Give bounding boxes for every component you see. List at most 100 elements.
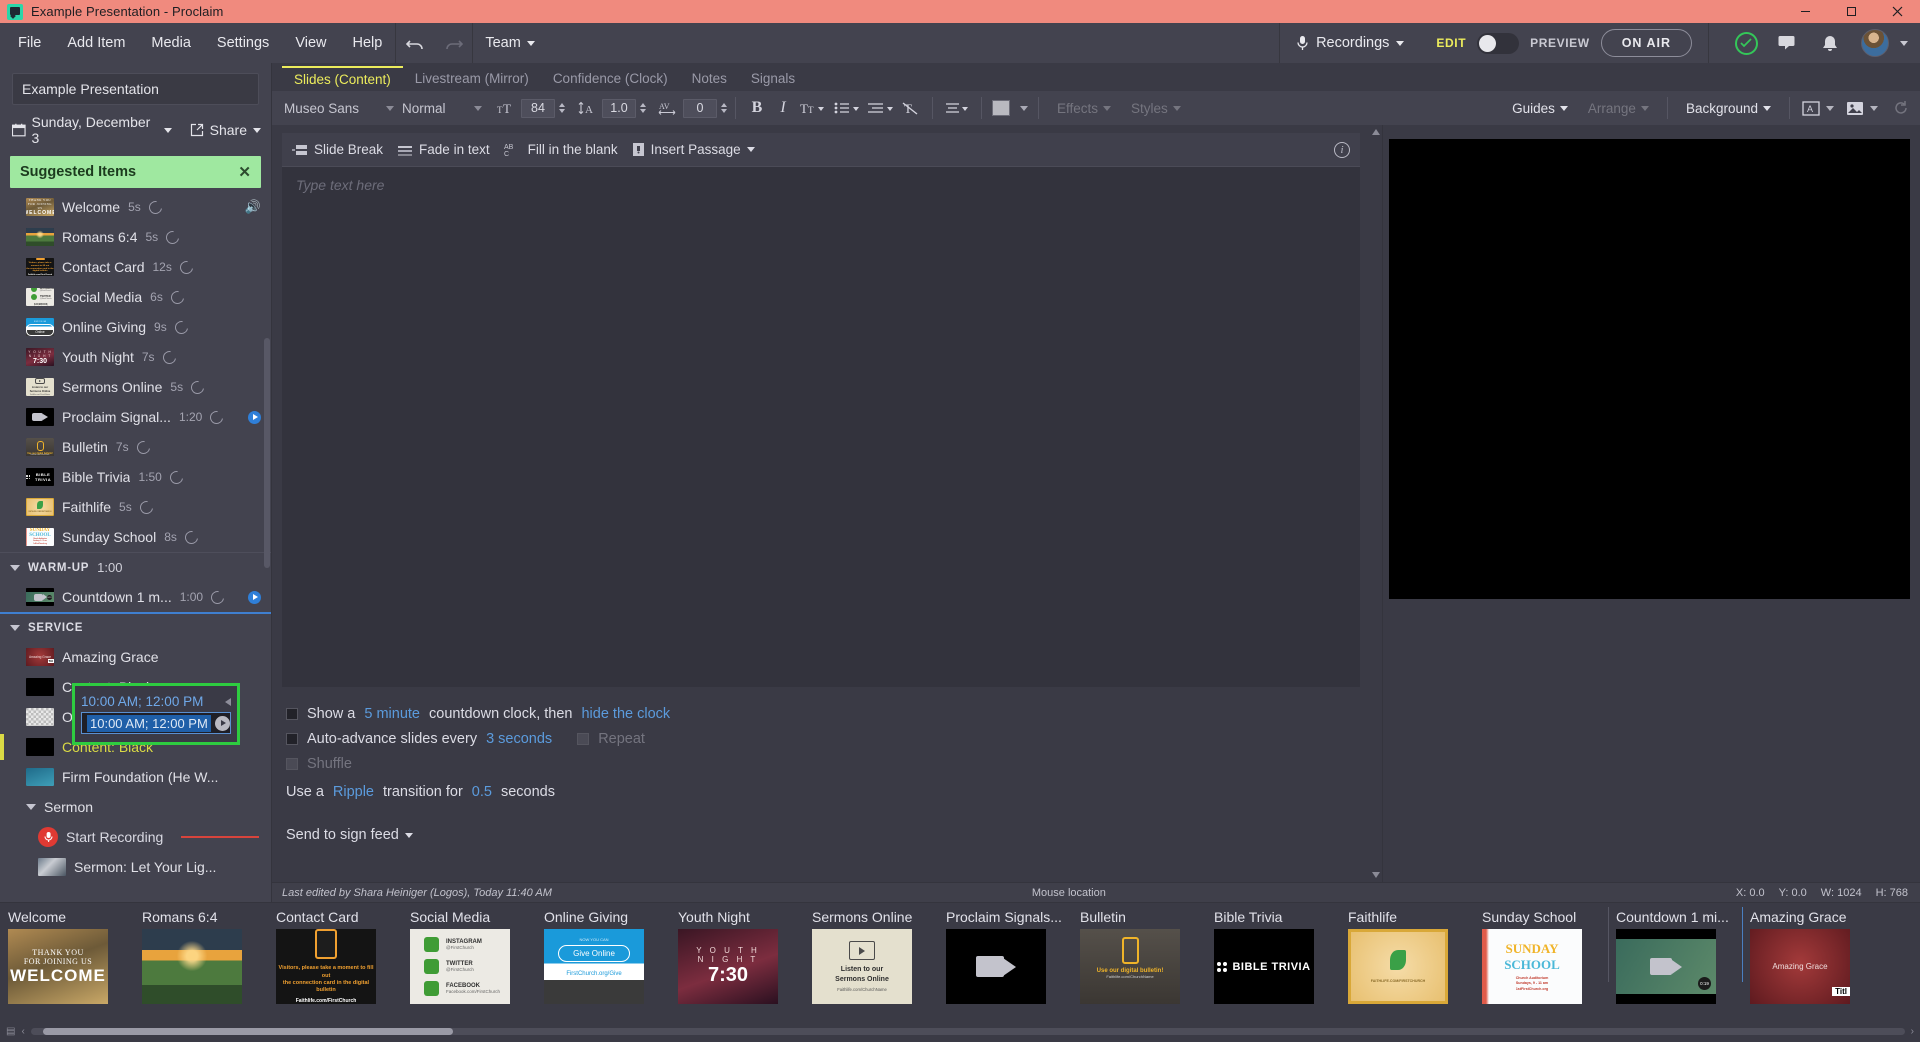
font-family-select[interactable]: Museo Sans (280, 96, 398, 120)
scroll-down-arrow-icon[interactable] (1372, 872, 1380, 878)
slide-break-button[interactable]: Slide Break (292, 142, 383, 157)
filmstrip-slide-2[interactable]: Contact Card Visitors, please take a mom… (268, 903, 402, 1004)
font-style-select[interactable]: Normal (398, 96, 486, 120)
letter-spacing-input[interactable]: 0 (683, 98, 717, 118)
line-height-stepper[interactable] (640, 103, 646, 113)
transition-seconds-link[interactable]: 0.5 (472, 784, 492, 800)
filmstrip-slide-12[interactable]: Countdown 1 mi... 0:19 (1608, 903, 1742, 1004)
guides-dropdown[interactable]: Guides (1502, 101, 1578, 116)
filmstrip-horizontal-scrollbar[interactable]: ▤ ‹ › (0, 1023, 1920, 1039)
undo-icon[interactable] (396, 23, 434, 63)
filmstrip-slide-1[interactable]: Romans 6:4 (134, 903, 268, 1004)
item-list[interactable]: THANK YOU FOR JOINING US WELCOME Welcome… (0, 188, 271, 902)
fill-in-blank-button[interactable]: AB C_ Fill in the blank (504, 142, 618, 157)
share-button[interactable]: Share (190, 122, 261, 138)
filmstrip-size-icon[interactable]: ▤ (6, 1026, 15, 1037)
tab-livestream-mirror[interactable]: Livestream (Mirror) (403, 66, 541, 91)
close-icon[interactable] (1874, 0, 1920, 23)
filmstrip-slide-thumbnail[interactable]: FAITHLIFE.COM/FIRSTCHURCH (1348, 929, 1448, 1004)
go-arrow-icon[interactable] (214, 715, 230, 731)
filmstrip-scroll-thumb[interactable] (42, 1027, 453, 1035)
filmstrip-slide-13[interactable]: Amazing Grace Amazing Grace Titl (1742, 903, 1876, 1004)
slide-canvas[interactable]: Type text here (282, 167, 1360, 687)
countdown-checkbox[interactable] (286, 707, 298, 720)
sidebar-suggested-item-1[interactable]: Romans 6:4 5s (0, 222, 271, 252)
filmstrip-slide-thumbnail[interactable]: INSTAGRAM @FirstChurch TWITTER @FirstChu… (410, 929, 510, 1004)
filmstrip-slide-6[interactable]: Sermons Online Listen to our Sermons Onli… (804, 903, 938, 1004)
align-icon[interactable] (941, 95, 973, 121)
fade-in-text-button[interactable]: Fade in text (397, 142, 490, 157)
check-circle-icon[interactable] (1727, 23, 1765, 63)
on-air-button[interactable]: ON AIR (1600, 29, 1692, 57)
send-to-sign-feed-dropdown[interactable]: Send to sign feed (286, 801, 1356, 843)
service-time-editor[interactable]: 10:00 AM; 12:00 PM 10:00 AM; 12:00 PM (72, 683, 240, 745)
effects-dropdown[interactable]: Effects (1047, 101, 1121, 116)
play-icon[interactable] (248, 410, 261, 424)
sidebar-suggested-item-3[interactable]: INSTAGRAM @FirstChurch TWITTER @FirstChu… (0, 282, 271, 312)
close-icon[interactable]: ✕ (238, 163, 251, 181)
indent-icon[interactable] (864, 95, 898, 121)
group-service[interactable]: SERVICE (0, 612, 271, 642)
menu-media[interactable]: Media (138, 23, 204, 63)
sidebar-item-sermon-slide[interactable]: Sermon: Let Your Lig... (0, 852, 271, 882)
play-icon[interactable] (248, 590, 261, 604)
group-sermon[interactable]: Sermon (0, 792, 271, 822)
sidebar-suggested-item-4[interactable]: NOW YOU CAN Give Online FirstChurch.org/… (0, 312, 271, 342)
menu-add-item[interactable]: Add Item (54, 23, 138, 63)
sidebar-suggested-item-11[interactable]: SUNDAY SCHOOL Church AuditoriumSundays, … (0, 522, 271, 552)
letter-spacing-stepper[interactable] (721, 103, 727, 113)
presentation-name-input[interactable]: Example Presentation (12, 73, 259, 105)
filmstrip-slide-3[interactable]: Social Media INSTAGRAM @FirstChurch TWIT… (402, 903, 536, 1004)
tab-notes[interactable]: Notes (680, 66, 739, 91)
sidebar-scrollbar[interactable] (264, 338, 270, 568)
text-color-icon[interactable] (990, 95, 1030, 121)
insert-passage-button[interactable]: Insert Passage (632, 142, 755, 157)
edit-preview-toggle[interactable] (1477, 32, 1520, 54)
chevron-down-icon[interactable] (1870, 105, 1878, 111)
menu-settings[interactable]: Settings (204, 23, 282, 63)
italic-button[interactable]: I (770, 95, 796, 121)
tab-confidence-clock[interactable]: Confidence (Clock) (541, 66, 680, 91)
service-time-input[interactable]: 10:00 AM; 12:00 PM (81, 712, 231, 734)
font-size-stepper[interactable] (559, 103, 565, 113)
filmstrip-scroll-track[interactable] (30, 1027, 1905, 1035)
hide-clock-link[interactable]: hide the clock (581, 706, 670, 722)
menu-file[interactable]: File (5, 23, 54, 63)
text-box-icon[interactable]: A (1798, 95, 1824, 121)
bullet-list-icon[interactable] (830, 95, 864, 121)
shuffle-checkbox[interactable] (286, 757, 298, 770)
date-selector[interactable]: Sunday, December 3 (12, 114, 172, 146)
window-controls[interactable] (1782, 0, 1920, 23)
slide-text-placeholder[interactable]: Type text here (296, 177, 1346, 193)
filmstrip-slide-thumbnail[interactable] (142, 929, 242, 1004)
redo-icon[interactable] (434, 23, 472, 63)
filmstrip-slide-thumbnail[interactable]: Y O U T H N I G H T 7:30 (678, 929, 778, 1004)
notification-bell-icon[interactable] (1811, 23, 1849, 63)
filmstrip-slide-0[interactable]: Welcome THANK YOU FOR JOINING US WELCOME (0, 903, 134, 1004)
menu-help[interactable]: Help (339, 23, 395, 63)
chat-bubble-icon[interactable] (1769, 23, 1807, 63)
user-avatar[interactable] (1861, 29, 1889, 57)
countdown-minutes-link[interactable]: 5 minute (364, 706, 420, 722)
filmstrip-slide-8[interactable]: Bulletin Use our digital bulletin! Faith… (1072, 903, 1206, 1004)
filmstrip-slide-thumbnail[interactable]: BIBLE TRIVIA (1214, 929, 1314, 1004)
sidebar-suggested-item-8[interactable]: Use our digital bulletin! Faithlife.com/… (0, 432, 271, 462)
background-dropdown[interactable]: Background (1676, 101, 1781, 116)
editor-scrollbar[interactable] (1370, 125, 1382, 882)
sidebar-service-item-4[interactable]: Firm Foundation (He W... (0, 762, 271, 792)
collapse-arrow-icon[interactable] (225, 697, 231, 706)
sidebar-suggested-item-5[interactable]: Y O U T H N I G H T 7:30 Youth Night 7s (0, 342, 271, 372)
slide-filmstrip[interactable]: Welcome THANK YOU FOR JOINING US WELCOME… (0, 902, 1920, 1042)
autoadvance-checkbox[interactable] (286, 732, 298, 745)
filmstrip-slide-4[interactable]: Online Giving NOW YOU CAN Give Online Fi… (536, 903, 670, 1004)
menu-view[interactable]: View (282, 23, 339, 63)
service-time-display[interactable]: 10:00 AM; 12:00 PM (81, 694, 231, 709)
recordings-button[interactable]: Recordings (1280, 23, 1420, 63)
filmstrip-slide-thumbnail[interactable] (946, 929, 1046, 1004)
filmstrip-slide-thumbnail[interactable]: Listen to our Sermons Online Faithlife.co… (812, 929, 912, 1004)
tab-signals[interactable]: Signals (739, 66, 807, 91)
reset-icon[interactable] (1888, 95, 1914, 121)
filmstrip-slide-thumbnail[interactable]: SUNDAY SCHOOL Church AuditoriumSundays, … (1482, 929, 1582, 1004)
line-height-input[interactable]: 1.0 (602, 98, 636, 118)
arrange-dropdown[interactable]: Arrange (1578, 101, 1659, 116)
